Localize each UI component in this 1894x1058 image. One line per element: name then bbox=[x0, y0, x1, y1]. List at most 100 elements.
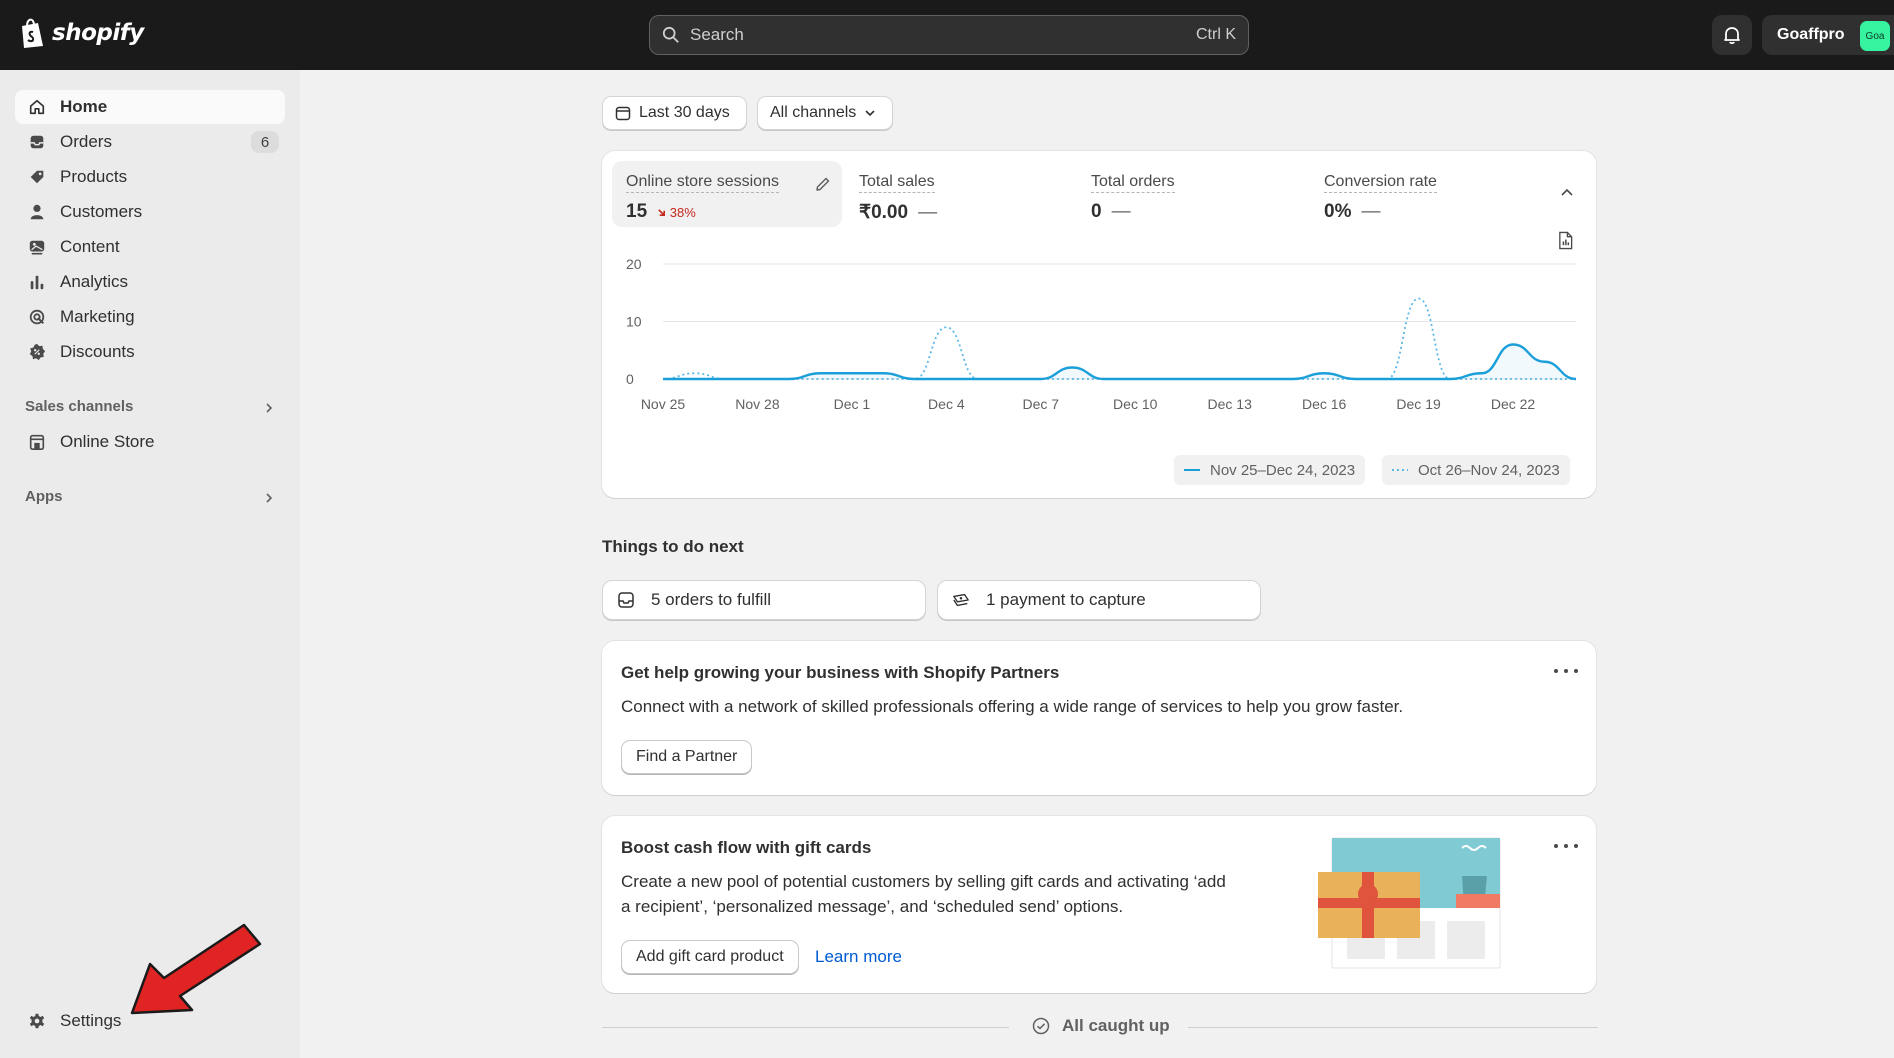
sidebar-item-label: Content bbox=[60, 237, 120, 256]
metric-change: — bbox=[918, 201, 938, 223]
storefront-icon bbox=[27, 432, 47, 452]
bell-icon bbox=[1724, 27, 1740, 45]
gear-icon bbox=[27, 1011, 47, 1031]
target-icon bbox=[27, 307, 47, 327]
sidebar-item-analytics[interactable]: Analytics bbox=[15, 265, 285, 299]
sessions-line-chart: 20 10 0 Nov 25 Nov 28 Dec 1 Dec 4 Dec 7 Dec 10 De… bbox=[626, 256, 1577, 412]
sidebar-item-label: Analytics bbox=[60, 272, 129, 291]
metric-conversion-rate[interactable]: Conversion rate 0% — bbox=[1310, 161, 1530, 227]
sidebar-item-marketing[interactable]: Marketing bbox=[15, 300, 285, 334]
metric-total-sales[interactable]: Total sales ₹0.00 — bbox=[845, 161, 1065, 227]
metric-label: Total orders bbox=[1091, 173, 1175, 193]
divider bbox=[1188, 1027, 1598, 1028]
card-text: Connect with a network of skilled profes… bbox=[621, 697, 1404, 716]
metric-label: Total sales bbox=[859, 173, 935, 193]
notifications-button[interactable] bbox=[1712, 15, 1752, 55]
sidebar-item-label: Customers bbox=[60, 202, 143, 221]
arrow-down-right-icon bbox=[658, 208, 666, 216]
series-area bbox=[663, 344, 1576, 379]
metric-label: Conversion rate bbox=[1324, 173, 1437, 193]
metric-value: ₹0.00 bbox=[859, 202, 909, 223]
current-period-line bbox=[663, 343, 1577, 381]
store-name: Goaffpro bbox=[1777, 26, 1845, 43]
check-circle-icon bbox=[1032, 1017, 1050, 1035]
search-icon bbox=[662, 26, 679, 43]
sidebar-item-discounts[interactable]: Discounts bbox=[15, 335, 285, 369]
x-tick-label: Nov 25 bbox=[641, 396, 686, 412]
sidebar-item-customers[interactable]: Customers bbox=[15, 195, 285, 229]
chevron-right-icon[interactable] bbox=[262, 491, 276, 505]
search-input[interactable]: Search Ctrl K bbox=[649, 15, 1249, 55]
metric-change: 38% bbox=[657, 205, 696, 220]
divider bbox=[602, 1027, 1009, 1028]
sidebar-item-home[interactable]: Home bbox=[15, 90, 285, 124]
store-menu-button[interactable]: Goaffpro Goa bbox=[1762, 15, 1894, 55]
sidebar-item-label: Marketing bbox=[60, 307, 135, 326]
more-actions-icon[interactable] bbox=[1554, 664, 1578, 678]
learn-more-link[interactable]: Learn more bbox=[815, 947, 902, 967]
sidebar-item-label: Home bbox=[60, 97, 108, 116]
x-tick-label: Dec 19 bbox=[1396, 396, 1441, 412]
sidebar-item-products[interactable]: Products bbox=[15, 160, 285, 194]
metric-label: Online store sessions bbox=[626, 173, 779, 193]
previous-period-line bbox=[662, 297, 1576, 380]
legend-dotted-line-icon bbox=[1392, 469, 1408, 471]
sidebar-item-label: Orders bbox=[60, 132, 112, 151]
metric-sessions[interactable]: Online store sessions 15 38% bbox=[612, 161, 842, 227]
calendar-icon bbox=[615, 106, 631, 121]
shopify-bag-icon bbox=[22, 18, 43, 48]
date-range-button[interactable]: Last 30 days bbox=[602, 96, 747, 130]
top-bar: shopify Search Ctrl K Goaffpro Goa bbox=[0, 0, 1894, 70]
channels-label: All channels bbox=[770, 104, 857, 121]
chevron-right-icon[interactable] bbox=[262, 401, 276, 415]
add-gift-card-button[interactable]: Add gift card product bbox=[621, 940, 799, 974]
all-caught-up: All caught up bbox=[602, 1016, 1598, 1040]
sidebar-item-label: Discounts bbox=[60, 342, 135, 361]
find-partner-button[interactable]: Find a Partner bbox=[621, 740, 753, 774]
caught-up-label: All caught up bbox=[1062, 1016, 1170, 1035]
chevron-down-icon bbox=[865, 110, 875, 117]
apps-heading[interactable]: Apps bbox=[25, 488, 63, 505]
shopify-logo[interactable]: shopify bbox=[18, 17, 144, 49]
card-text-line-1: Create a new pool of potential customers… bbox=[621, 872, 1226, 891]
y-tick-label: 20 bbox=[626, 256, 642, 272]
sidebar-item-online-store[interactable]: Online Store bbox=[15, 425, 285, 459]
x-tick-label: Dec 16 bbox=[1302, 396, 1347, 412]
legend-current-period: Nov 25–Dec 24, 2023 bbox=[1174, 455, 1366, 485]
gift-card-illustration bbox=[1318, 837, 1501, 969]
edit-pencil-icon[interactable] bbox=[814, 175, 832, 193]
sidebar-item-label: Settings bbox=[60, 1011, 122, 1030]
sidebar-item-orders[interactable]: Orders 6 bbox=[15, 125, 285, 159]
logo-text: shopify bbox=[52, 20, 144, 46]
card-title: Boost cash flow with gift cards bbox=[621, 838, 872, 857]
annotation-arrow bbox=[130, 923, 262, 1015]
task-payment-to-capture[interactable]: 1 payment to capture bbox=[937, 580, 1261, 620]
search-shortcut: Ctrl K bbox=[1196, 26, 1236, 43]
sidebar-item-label: Products bbox=[60, 167, 128, 186]
metric-change: — bbox=[1361, 201, 1381, 222]
task-label: 1 payment to capture bbox=[986, 590, 1146, 609]
y-tick-label: 0 bbox=[626, 371, 634, 387]
metric-total-orders[interactable]: Total orders 0 — bbox=[1077, 161, 1297, 227]
card-title: Get help growing your business with Shop… bbox=[621, 663, 1060, 682]
analytics-card: Online store sessions 15 38% Total sales… bbox=[602, 151, 1596, 498]
more-actions-icon[interactable] bbox=[1554, 839, 1578, 853]
sidebar: Home Orders 6 Products Customers Content… bbox=[0, 70, 300, 1058]
sales-channels-heading[interactable]: Sales channels bbox=[25, 398, 133, 415]
sidebar-item-content[interactable]: Content bbox=[15, 230, 285, 264]
task-label: 5 orders to fulfill bbox=[651, 590, 771, 609]
things-to-do-heading: Things to do next bbox=[602, 537, 744, 556]
image-icon bbox=[27, 237, 47, 257]
legend-label: Nov 25–Dec 24, 2023 bbox=[1210, 461, 1356, 479]
cash-icon bbox=[953, 593, 969, 607]
x-tick-label: Dec 1 bbox=[834, 396, 871, 412]
metric-value: 0 bbox=[1091, 201, 1102, 222]
channels-select[interactable]: All channels bbox=[757, 96, 893, 130]
task-orders-to-fulfill[interactable]: 5 orders to fulfill bbox=[602, 580, 926, 620]
x-tick-label: Dec 7 bbox=[1023, 396, 1060, 412]
chevron-up-icon[interactable] bbox=[1559, 185, 1575, 201]
metric-value: 15 bbox=[626, 201, 648, 222]
discount-icon bbox=[27, 342, 47, 362]
gift-card-promo-card: Boost cash flow with gift cards Create a… bbox=[602, 816, 1596, 993]
home-icon bbox=[27, 97, 47, 117]
